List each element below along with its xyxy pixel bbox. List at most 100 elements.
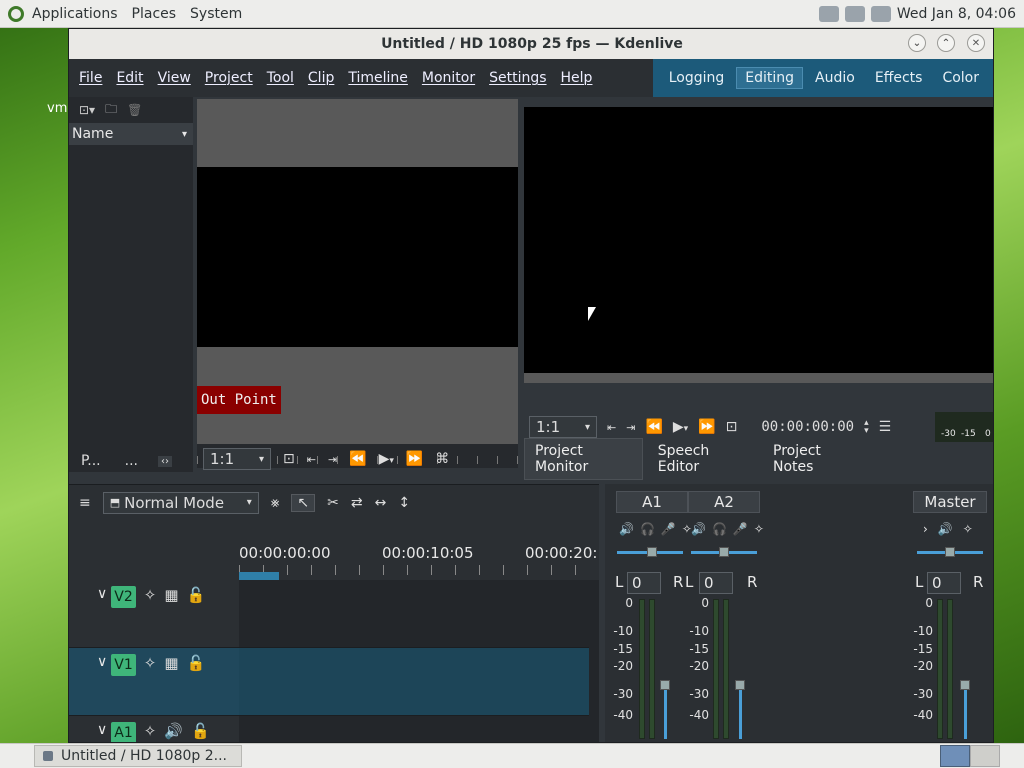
new-folder-icon[interactable]: 🗀 [105,100,117,121]
fader-handle[interactable] [960,680,970,690]
menu-file[interactable]: File [72,70,109,86]
delete-icon[interactable]: 🗑 [127,103,142,117]
speaker-icon[interactable]: 🔊 [164,722,183,740]
maximize-button[interactable]: ⌃ [937,34,955,52]
clock[interactable]: Wed Jan 8, 04:06 [897,6,1016,22]
lock-icon[interactable]: 🔓 [191,722,210,740]
menu-timeline[interactable]: Timeline [341,70,415,86]
collapse-icon[interactable]: ∨ [97,722,107,738]
applications-menu[interactable]: Applications [32,6,118,22]
volume-icon[interactable] [844,5,865,22]
bin-tab-project[interactable]: P... [81,453,101,469]
menu-icon[interactable]: ☰ [879,419,892,435]
project-monitor-video[interactable] [524,107,993,373]
play-icon[interactable]: ▶▾ [673,419,688,435]
master-volume-fader[interactable] [964,684,967,739]
film-icon[interactable]: ▦ [164,654,178,672]
layout-color[interactable]: Color [934,68,987,88]
spacer-tool-icon[interactable]: ⨳ [271,495,280,511]
razor-tool-icon[interactable]: ✂ [327,495,339,511]
fader-handle[interactable] [735,680,745,690]
set-in-icon[interactable]: ⇤ [307,453,316,466]
layout-logging[interactable]: Logging [661,68,733,88]
taskbar-kdenlive[interactable]: Untitled / HD 1080p 2... [34,745,242,767]
layout-audio[interactable]: Audio [807,68,863,88]
timeline-settings-icon[interactable]: ≡ [79,495,91,511]
system-menu[interactable]: System [190,6,242,22]
set-in-icon[interactable]: ⇤ [607,421,616,434]
a2-balance-spin[interactable]: 0 [699,572,733,594]
master-balance-spin[interactable]: 0 [927,572,961,594]
slip-tool-icon[interactable]: ⇄ [351,495,363,511]
effects-icon[interactable]: ✧ [144,586,157,604]
clip-zoom-select[interactable]: 1:1 ▾ [203,448,271,470]
timeline-ruler[interactable]: 00:00:00:00 00:00:10:05 00:00:20: [239,520,599,580]
tab-project-notes[interactable]: Project Notes [762,438,869,480]
menu-tool[interactable]: Tool [260,70,301,86]
tab-speech-editor[interactable]: Speech Editor [647,438,758,480]
track-tag-v2[interactable]: V2 [111,586,136,608]
menu-help[interactable]: Help [554,70,600,86]
forward-icon[interactable]: ⏩ [698,419,715,435]
slider-handle[interactable] [719,547,729,557]
minimize-button[interactable]: ⌄ [908,34,926,52]
playhead-marker[interactable] [239,572,279,580]
slider-handle[interactable] [945,547,955,557]
effects-icon[interactable]: ✧ [144,654,157,672]
add-clip-icon[interactable]: ⊡▾ [79,103,95,117]
track-v1[interactable]: ∨ V1 ✧ ▦ 🔓 [69,648,589,716]
track-v2[interactable]: ∨ V2 ✧ ▦ 🔓 [69,580,589,648]
clip-monitor[interactable]: Out Point [197,99,518,444]
edit-mode-select[interactable]: ⬒ Normal Mode ▾ [102,491,259,514]
track-tag-a1[interactable]: A1 [111,722,136,742]
workspace-switcher[interactable] [940,745,1000,767]
layout-effects[interactable]: Effects [867,68,931,88]
a2-volume-fader[interactable] [739,684,742,739]
menu-settings[interactable]: Settings [482,70,553,86]
track-a1[interactable]: ∨ A1 ✧ 🔊 🔓 [69,716,589,742]
set-out-icon[interactable]: ⇥ [328,453,337,466]
forward-icon[interactable]: ⏩ [406,451,423,467]
menu-view[interactable]: View [151,70,198,86]
layout-editing[interactable]: Editing [736,67,804,89]
bin-tab-more[interactable]: ... [125,453,138,469]
rewind-icon[interactable]: ⏪ [349,451,366,467]
set-out-icon[interactable]: ⇥ [626,421,635,434]
collapse-icon[interactable]: ∨ [97,586,107,602]
slider-handle[interactable] [647,547,657,557]
lock-icon[interactable]: 🔓 [187,654,206,672]
menu-project[interactable]: Project [198,70,260,86]
network-icon[interactable] [818,5,839,22]
bin-column-header[interactable]: Name ▾ [69,123,193,145]
film-icon[interactable]: ▦ [164,586,178,604]
display-icon[interactable] [870,5,891,22]
play-icon[interactable]: ▶▾ [379,451,394,467]
ripple-tool-icon[interactable]: ↔ [375,495,387,511]
clip-monitor-video[interactable] [197,167,518,347]
tab-project-monitor[interactable]: Project Monitor [524,438,643,480]
places-menu[interactable]: Places [132,6,177,22]
selection-tool-icon[interactable]: ↖ [291,493,316,512]
effects-icon[interactable]: ✧ [144,722,157,740]
scroll-arrows-icon[interactable]: ‹› [157,455,172,467]
a1-volume-fader[interactable] [664,684,667,739]
project-zoom-select[interactable]: 1:1 ▾ [529,416,597,438]
gnome-foot-icon[interactable] [8,5,24,22]
crop-icon[interactable]: ⊡ [283,451,295,467]
a1-balance-spin[interactable]: 0 [627,572,661,594]
fullscreen-icon[interactable]: ⌘ [435,451,449,467]
menu-monitor[interactable]: Monitor [415,70,482,86]
crop-icon[interactable]: ⊡ [726,419,738,435]
project-monitor-scrub[interactable] [524,373,993,383]
lock-icon[interactable]: 🔓 [187,586,206,604]
close-button[interactable]: ✕ [967,34,985,52]
rewind-icon[interactable]: ⏪ [645,419,662,435]
timecode-spin-icon[interactable]: ▴ ▾ [864,419,869,436]
roll-tool-icon[interactable]: ↕ [398,495,410,511]
menu-clip[interactable]: Clip [301,70,341,86]
track-tag-v1[interactable]: V1 [111,654,136,676]
timecode[interactable]: 00:00:00:00 [761,419,854,435]
menu-edit[interactable]: Edit [109,70,150,86]
fader-handle[interactable] [660,680,670,690]
collapse-icon[interactable]: ∨ [97,654,107,670]
